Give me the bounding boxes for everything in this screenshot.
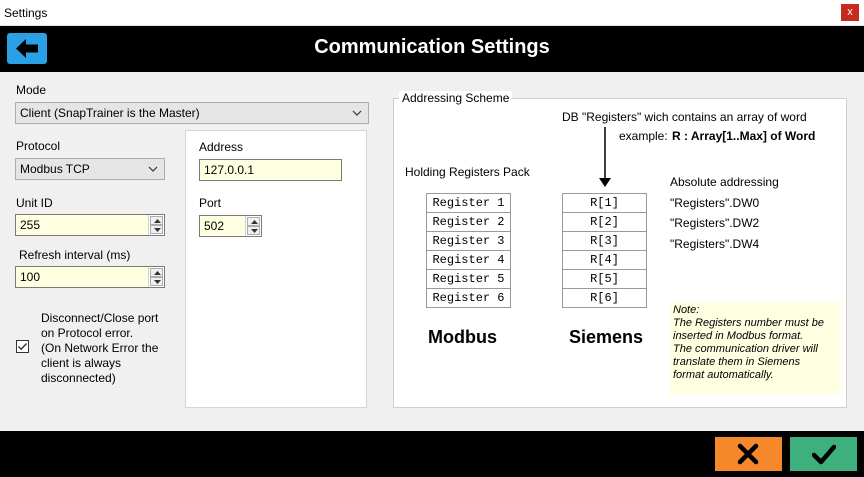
- increment-button[interactable]: [150, 216, 163, 225]
- caret-up-icon: [251, 220, 258, 224]
- siemens-title: Siemens: [569, 327, 644, 347]
- table-row: R[4]: [562, 250, 647, 270]
- address-label: Address: [199, 140, 244, 154]
- unit-id-spinner: [148, 215, 164, 235]
- caret-down-icon: [154, 280, 161, 284]
- decrement-button[interactable]: [247, 226, 260, 235]
- table-row: Register 3: [426, 231, 511, 251]
- chevron-down-icon: [352, 110, 362, 116]
- protocol-value: Modbus TCP: [20, 162, 90, 176]
- refresh-value: 100: [20, 270, 41, 284]
- siemens-register-table: R[1] R[2] R[3] R[4] R[5] R[6]: [562, 193, 647, 308]
- mode-value: Client (SnapTrainer is the Master): [20, 106, 200, 120]
- decrement-button[interactable]: [150, 277, 163, 286]
- table-row: R[5]: [562, 269, 647, 289]
- modbus-register-table: Register 1 Register 2 Register 3 Registe…: [426, 193, 511, 308]
- checkmark-icon: [18, 343, 28, 351]
- absolute-address-2: "Registers".DW4: [670, 237, 760, 251]
- unit-id-value: 255: [20, 218, 41, 232]
- window-title: Settings: [4, 6, 48, 20]
- absolute-addressing-label: Absolute addressing: [670, 175, 779, 189]
- table-row: Register 5: [426, 269, 511, 289]
- caret-up-icon: [154, 219, 161, 223]
- refresh-spinner: [148, 267, 164, 287]
- protocol-label: Protocol: [16, 139, 61, 153]
- modbus-title: Modbus: [428, 327, 497, 347]
- footer-bar: [0, 431, 864, 477]
- chevron-down-icon: [148, 166, 158, 172]
- example-value: R : Array[1..Max] of Word: [672, 129, 816, 143]
- absolute-address-0: "Registers".DW0: [670, 196, 760, 210]
- increment-button[interactable]: [247, 217, 260, 226]
- refresh-label: Refresh interval (ms): [19, 248, 131, 262]
- table-row: Register 1: [426, 193, 511, 213]
- addressing-scheme-legend: Addressing Scheme: [399, 91, 513, 105]
- absolute-address-1: "Registers".DW2: [670, 216, 760, 230]
- table-row: Register 4: [426, 250, 511, 270]
- disconnect-label: Disconnect/Close port on Protocol error.…: [41, 311, 159, 385]
- table-row: R[3]: [562, 231, 647, 251]
- decrement-button[interactable]: [150, 225, 163, 234]
- table-row: R[1]: [562, 193, 647, 213]
- port-spinner: [245, 216, 261, 236]
- note-box: Note: The Registers number must be inser…: [670, 302, 840, 394]
- x-icon: [737, 443, 759, 465]
- port-label: Port: [199, 196, 222, 210]
- connection-panel: Address 127.0.0.1 Port 502: [185, 130, 367, 408]
- address-value: 127.0.0.1: [204, 163, 255, 177]
- page-title: Communication Settings: [314, 36, 550, 58]
- ok-button[interactable]: [790, 437, 857, 471]
- caret-down-icon: [154, 228, 161, 232]
- checkmark-icon: [812, 444, 836, 465]
- close-button[interactable]: x: [841, 4, 859, 21]
- window-titlebar: Settings x: [0, 0, 864, 26]
- mode-label: Mode: [16, 83, 47, 97]
- disconnect-checkbox[interactable]: [16, 340, 29, 353]
- mode-select[interactable]: Client (SnapTrainer is the Master): [15, 102, 369, 124]
- caret-down-icon: [251, 229, 258, 233]
- header-bar: Communication Settings: [0, 26, 864, 72]
- table-row: R[2]: [562, 212, 647, 232]
- example-label: example:: [619, 129, 668, 143]
- table-row: Register 2: [426, 212, 511, 232]
- table-row: Register 6: [426, 288, 511, 308]
- port-stepper[interactable]: 502: [199, 215, 262, 237]
- table-row: R[6]: [562, 288, 647, 308]
- holding-registers-label: Holding Registers Pack: [405, 165, 530, 179]
- address-input[interactable]: 127.0.0.1: [199, 159, 342, 181]
- arrow-down-icon: [599, 127, 611, 187]
- protocol-select[interactable]: Modbus TCP: [15, 158, 165, 180]
- unit-id-stepper[interactable]: 255: [15, 214, 165, 236]
- unit-id-label: Unit ID: [16, 196, 53, 210]
- port-value: 502: [204, 219, 225, 233]
- db-description: DB "Registers" wich contains an array of…: [562, 110, 807, 124]
- increment-button[interactable]: [150, 268, 163, 277]
- cancel-button[interactable]: [715, 437, 782, 471]
- refresh-stepper[interactable]: 100: [15, 266, 165, 288]
- caret-up-icon: [154, 271, 161, 275]
